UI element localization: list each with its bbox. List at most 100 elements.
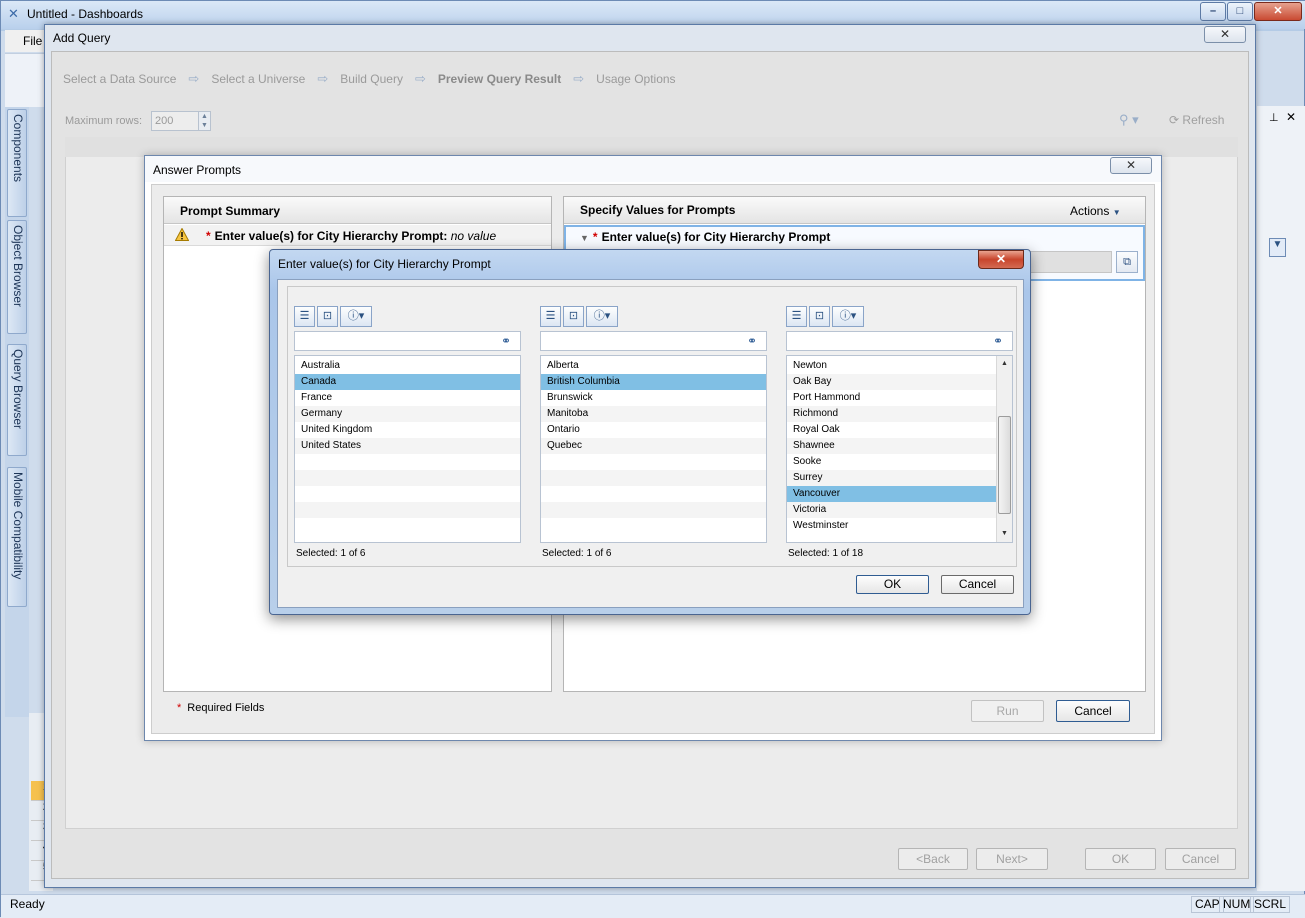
close-dialog-button[interactable]: ✕ [1204,26,1246,43]
prompt-entry-text: ▼ * Enter value(s) for City Hierarchy Prom… [580,230,830,244]
list-item[interactable]: Port Hammond [787,390,996,406]
wizard-step[interactable]: Select a Data Source [63,72,176,86]
binoculars-icon[interactable]: ⚭ [993,334,1003,348]
value-list[interactable]: Australia Canada France Germany United K… [294,355,521,543]
select-leaves-icon[interactable]: ⊡ [563,306,584,327]
required-asterisk: * [177,702,182,714]
side-tab-query-browser[interactable]: Query Browser [7,344,27,456]
list-item[interactable]: Brunswick [541,390,766,406]
next-button[interactable]: Next> [976,848,1048,870]
list-item[interactable]: Surrey [787,470,996,486]
ok-button[interactable]: OK [856,575,929,594]
wizard-step[interactable]: Usage Options [596,72,675,86]
arrow-right-icon: ⇨ [188,71,200,86]
wizard-step[interactable]: Build Query [340,72,403,86]
max-rows-input[interactable]: 200 [151,111,199,131]
run-button[interactable]: Run [971,700,1044,722]
max-rows-stepper[interactable]: ▲ ▼ [198,111,211,131]
cancel-button[interactable]: Cancel [941,575,1014,594]
list-item[interactable]: Alberta [541,358,766,374]
list-item[interactable]: United Kingdom [295,422,520,438]
value-list[interactable]: Alberta British Columbia Brunswick Manit… [540,355,767,543]
cancel-button[interactable]: Cancel [1165,848,1236,870]
ok-button[interactable]: OK [1085,848,1156,870]
list-item[interactable]: Richmond [787,406,996,422]
window-title: Untitled - Dashboards [27,7,144,21]
info-dropdown-icon[interactable]: ⓘ▾ [832,306,864,327]
info-dropdown-icon[interactable]: ⓘ▾ [586,306,618,327]
close-panel-icon[interactable]: ✕ [1286,110,1296,124]
list-item[interactable]: France [295,390,520,406]
list-item[interactable]: Australia [295,358,520,374]
select-all-icon[interactable]: ☰ [294,306,315,327]
wizard-step-active[interactable]: Preview Query Result [438,72,561,86]
city-column: ☰ ⊡ ⓘ▾ ⚭ Newton Oak Bay Port Hammond Ric… [786,287,1013,559]
list-item[interactable]: Royal Oak [787,422,996,438]
list-item[interactable]: Victoria [787,502,996,518]
select-all-icon[interactable]: ☰ [786,306,807,327]
minimize-button[interactable]: – [1200,2,1226,21]
value-list[interactable]: Newton Oak Bay Port Hammond Richmond Roy… [786,355,1013,543]
list-item[interactable]: Germany [295,406,520,422]
list-item-selected[interactable]: Canada [295,374,520,390]
panel-header-label: Specify Values for Prompts [580,203,736,217]
info-dropdown-icon[interactable]: ⓘ▾ [340,306,372,327]
list-item[interactable]: Westminster [787,518,996,534]
close-dialog-button[interactable]: ✕ [1110,157,1152,174]
prompt-summary-row[interactable]: * Enter value(s) for City Hierarchy Promp… [164,225,551,246]
filter-icon[interactable]: ⚲ ▾ [1119,112,1139,128]
enter-values-dialog: Enter value(s) for City Hierarchy Prompt… [269,249,1031,615]
required-asterisk: * [206,229,211,243]
chevron-down-icon[interactable]: ▼ [1269,238,1286,257]
arrow-right-icon: ⇨ [317,71,329,86]
list-item[interactable]: Sooke [787,454,996,470]
vertical-scrollbar[interactable]: ▲ ▼ [996,356,1012,542]
side-tab-mobile-compatibility[interactable]: Mobile Compatibility [7,467,27,607]
select-all-icon[interactable]: ☰ [540,306,561,327]
search-input[interactable]: ⚭ [294,331,521,351]
selected-count: Selected: 1 of 18 [788,548,864,559]
scroll-down-icon[interactable]: ▼ [998,527,1011,541]
prompt-label: Enter value(s) for City Hierarchy Prompt… [214,229,448,243]
open-values-icon[interactable]: ⧉ [1116,251,1138,273]
search-input[interactable]: ⚭ [786,331,1013,351]
country-column: ☰ ⊡ ⓘ▾ ⚭ Australia Canada France Germany… [294,287,521,559]
list-item[interactable]: Manitoba [541,406,766,422]
list-item[interactable]: Newton [787,358,996,374]
list-item[interactable]: Oak Bay [787,374,996,390]
list-item[interactable]: Shawnee [787,438,996,454]
refresh-icon: ⟳ [1169,113,1180,127]
search-input[interactable]: ⚭ [540,331,767,351]
select-leaves-icon[interactable]: ⊡ [809,306,830,327]
list-item[interactable]: Ontario [541,422,766,438]
binoculars-icon[interactable]: ⚭ [747,334,757,348]
menu-file[interactable]: File [23,34,42,48]
list-item[interactable]: United States [295,438,520,454]
side-tab-object-browser[interactable]: Object Browser [7,220,27,334]
chevron-down-icon: ▼ [1112,208,1121,217]
prompt-value: no value [450,229,497,243]
list-item-selected[interactable]: British Columbia [541,374,766,390]
binoculars-icon[interactable]: ⚭ [501,334,511,348]
refresh-button[interactable]: ⟳ Refresh [1169,113,1224,127]
close-dialog-button[interactable]: ✕ [978,250,1024,269]
select-leaves-icon[interactable]: ⊡ [317,306,338,327]
collapse-icon[interactable]: ▼ [580,233,589,243]
back-button[interactable]: <Back [898,848,968,870]
actions-menu[interactable]: Actions ▼ [1070,204,1121,218]
scroll-thumb[interactable] [998,416,1011,514]
list-item[interactable]: Quebec [541,438,766,454]
empty-row [541,470,766,486]
side-tab-components[interactable]: Components [7,109,27,217]
properties-panel [1257,106,1305,891]
dialog-title: Answer Prompts [153,163,242,177]
wizard-step[interactable]: Select a Universe [211,72,305,86]
required-fields-note: * Required Fields [177,702,264,714]
scroll-up-icon[interactable]: ▲ [998,357,1011,371]
cancel-button[interactable]: Cancel [1056,700,1130,722]
pin-icon[interactable]: ⊥ [1269,111,1279,124]
status-text: Ready [10,897,45,911]
maximize-button[interactable]: □ [1227,2,1253,21]
close-window-button[interactable]: ✕ [1254,2,1302,21]
list-item-selected[interactable]: Vancouver [787,486,996,502]
